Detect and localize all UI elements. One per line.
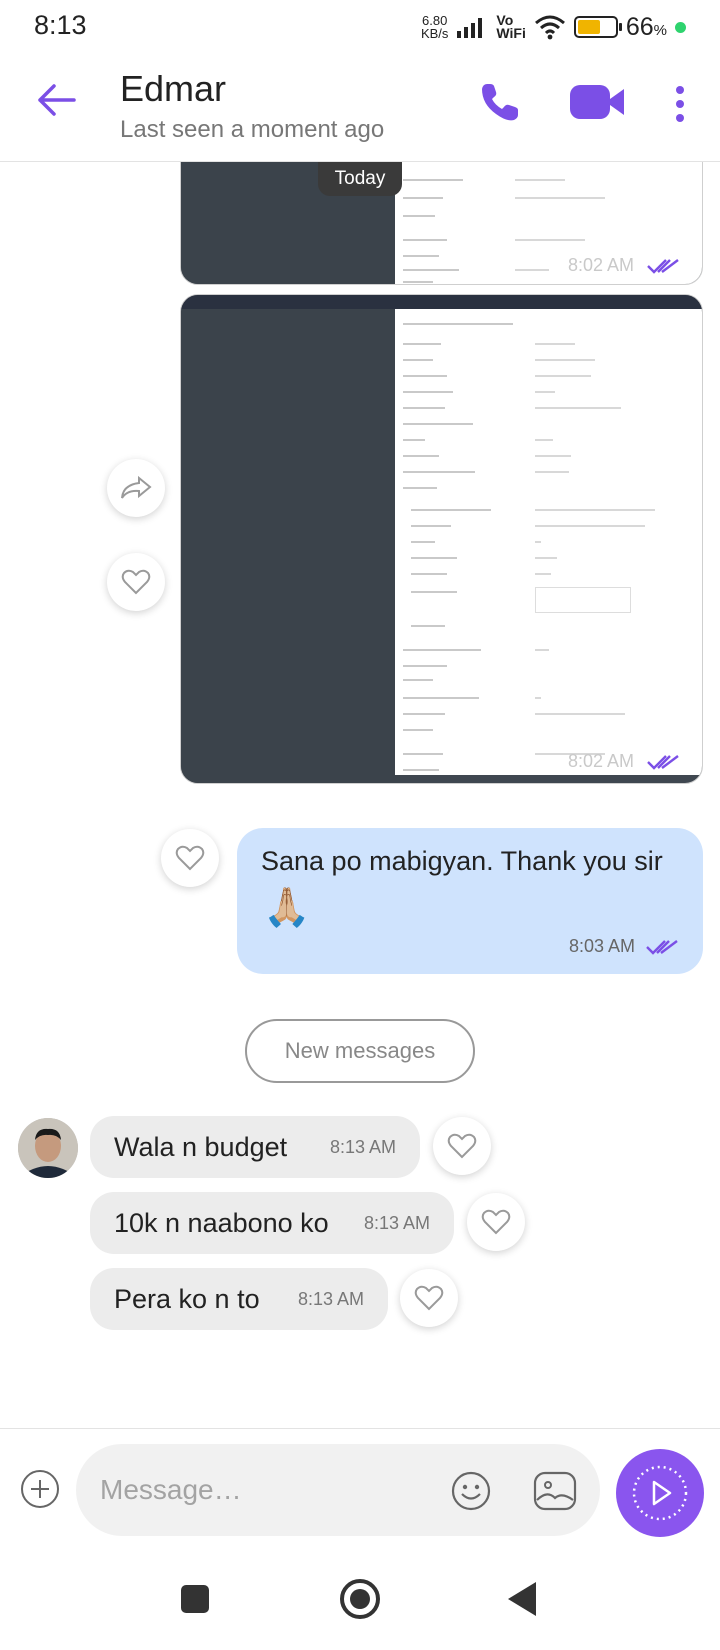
date-separator: Today bbox=[318, 162, 402, 196]
network-speed-unit: KB/s bbox=[420, 26, 449, 41]
message-text: 10k n naabono ko bbox=[114, 1207, 329, 1238]
screenshot-document-panel bbox=[394, 309, 702, 775]
message-time: 8:13 AM bbox=[363, 1212, 430, 1233]
battery-icon bbox=[573, 16, 622, 38]
incoming-message-bubble[interactable]: 10k n naabono ko 8:13 AM bbox=[90, 1192, 454, 1254]
message-field bbox=[76, 1444, 600, 1536]
like-button[interactable] bbox=[161, 829, 219, 887]
emoji-icon[interactable] bbox=[450, 1470, 492, 1512]
heart-icon bbox=[175, 845, 205, 871]
contact-name[interactable]: Edmar bbox=[120, 68, 226, 110]
incoming-message-bubble[interactable]: Wala n budget 8:13 AM bbox=[90, 1116, 420, 1178]
message-text: Wala n budget bbox=[114, 1131, 288, 1162]
message-text: Pera ko n to bbox=[114, 1283, 260, 1314]
message-emoji: 🙏🏼 bbox=[263, 887, 311, 929]
read-receipt-icon bbox=[646, 940, 678, 955]
signal-icon bbox=[457, 18, 483, 38]
status-icons: 6.80 KB/s Vo WiFi 66% bbox=[421, 10, 686, 44]
avatar-photo bbox=[18, 1118, 78, 1178]
last-seen-status: Last seen a moment ago bbox=[120, 116, 385, 143]
battery-percent: 66% bbox=[625, 12, 667, 41]
like-button[interactable] bbox=[467, 1193, 525, 1251]
chat-messages[interactable]: 8:02 AM Today 8:02 AM Sana po mabigyan. … bbox=[0, 162, 720, 1427]
status-time: 8:13 bbox=[34, 10, 87, 40]
message-composer bbox=[0, 1428, 720, 1548]
incoming-message-bubble[interactable]: Pera ko n to 8:13 AM bbox=[90, 1268, 388, 1330]
send-button[interactable] bbox=[616, 1449, 704, 1537]
battery-level bbox=[577, 20, 601, 34]
home-button[interactable] bbox=[340, 1579, 380, 1619]
message-time: 8:03 AM bbox=[568, 936, 635, 956]
heart-icon bbox=[414, 1285, 444, 1311]
image-message[interactable]: 8:02 AM bbox=[180, 162, 703, 285]
heart-icon bbox=[121, 569, 151, 595]
status-bar: 8:13 6.80 KB/s Vo WiFi 66% bbox=[0, 0, 720, 52]
vowifi-bottom: WiFi bbox=[496, 25, 526, 41]
image-message[interactable]: 8:02 AM bbox=[180, 294, 703, 784]
network-speed: 6.80 KB/s bbox=[421, 14, 448, 40]
contact-avatar[interactable] bbox=[18, 1118, 78, 1178]
screenshot-titlebar bbox=[181, 295, 702, 309]
message-time: 8:13 AM bbox=[329, 1136, 396, 1157]
message-time: 8:13 AM bbox=[297, 1288, 364, 1309]
send-voice-icon bbox=[632, 1465, 688, 1521]
recents-button[interactable] bbox=[181, 1585, 209, 1613]
gallery-icon[interactable] bbox=[532, 1470, 578, 1512]
system-navigation-bar bbox=[0, 1548, 720, 1650]
add-attachment-icon[interactable] bbox=[20, 1469, 60, 1509]
like-button[interactable] bbox=[433, 1117, 491, 1175]
new-messages-divider[interactable]: New messages bbox=[245, 1019, 475, 1083]
privacy-dot-icon bbox=[675, 21, 686, 33]
heart-icon bbox=[447, 1133, 477, 1159]
forward-icon bbox=[121, 475, 152, 499]
back-arrow-icon[interactable] bbox=[34, 78, 78, 122]
like-button[interactable] bbox=[107, 553, 165, 611]
message-input[interactable] bbox=[100, 1468, 430, 1512]
vowifi-indicator: Vo WiFi bbox=[496, 13, 526, 41]
phone-icon[interactable] bbox=[478, 80, 522, 124]
system-back-button[interactable] bbox=[508, 1582, 536, 1616]
screenshot-dark-panel bbox=[181, 309, 400, 783]
message-text: Sana po mabigyan. Thank you sir bbox=[261, 846, 663, 876]
read-receipt-icon bbox=[647, 755, 679, 770]
wifi-icon bbox=[534, 15, 565, 40]
message-time: 8:02 AM bbox=[567, 255, 634, 275]
forward-button[interactable] bbox=[107, 459, 165, 517]
more-vertical-icon[interactable] bbox=[668, 82, 692, 126]
chat-header: Edmar Last seen a moment ago bbox=[0, 52, 720, 162]
read-receipt-icon bbox=[647, 259, 679, 274]
outgoing-message-bubble[interactable]: Sana po mabigyan. Thank you sir 🙏🏼 8:03 … bbox=[237, 828, 703, 974]
video-camera-icon[interactable] bbox=[570, 82, 626, 122]
message-time: 8:02 AM bbox=[567, 751, 634, 771]
like-button[interactable] bbox=[400, 1269, 458, 1327]
heart-icon bbox=[481, 1209, 511, 1235]
